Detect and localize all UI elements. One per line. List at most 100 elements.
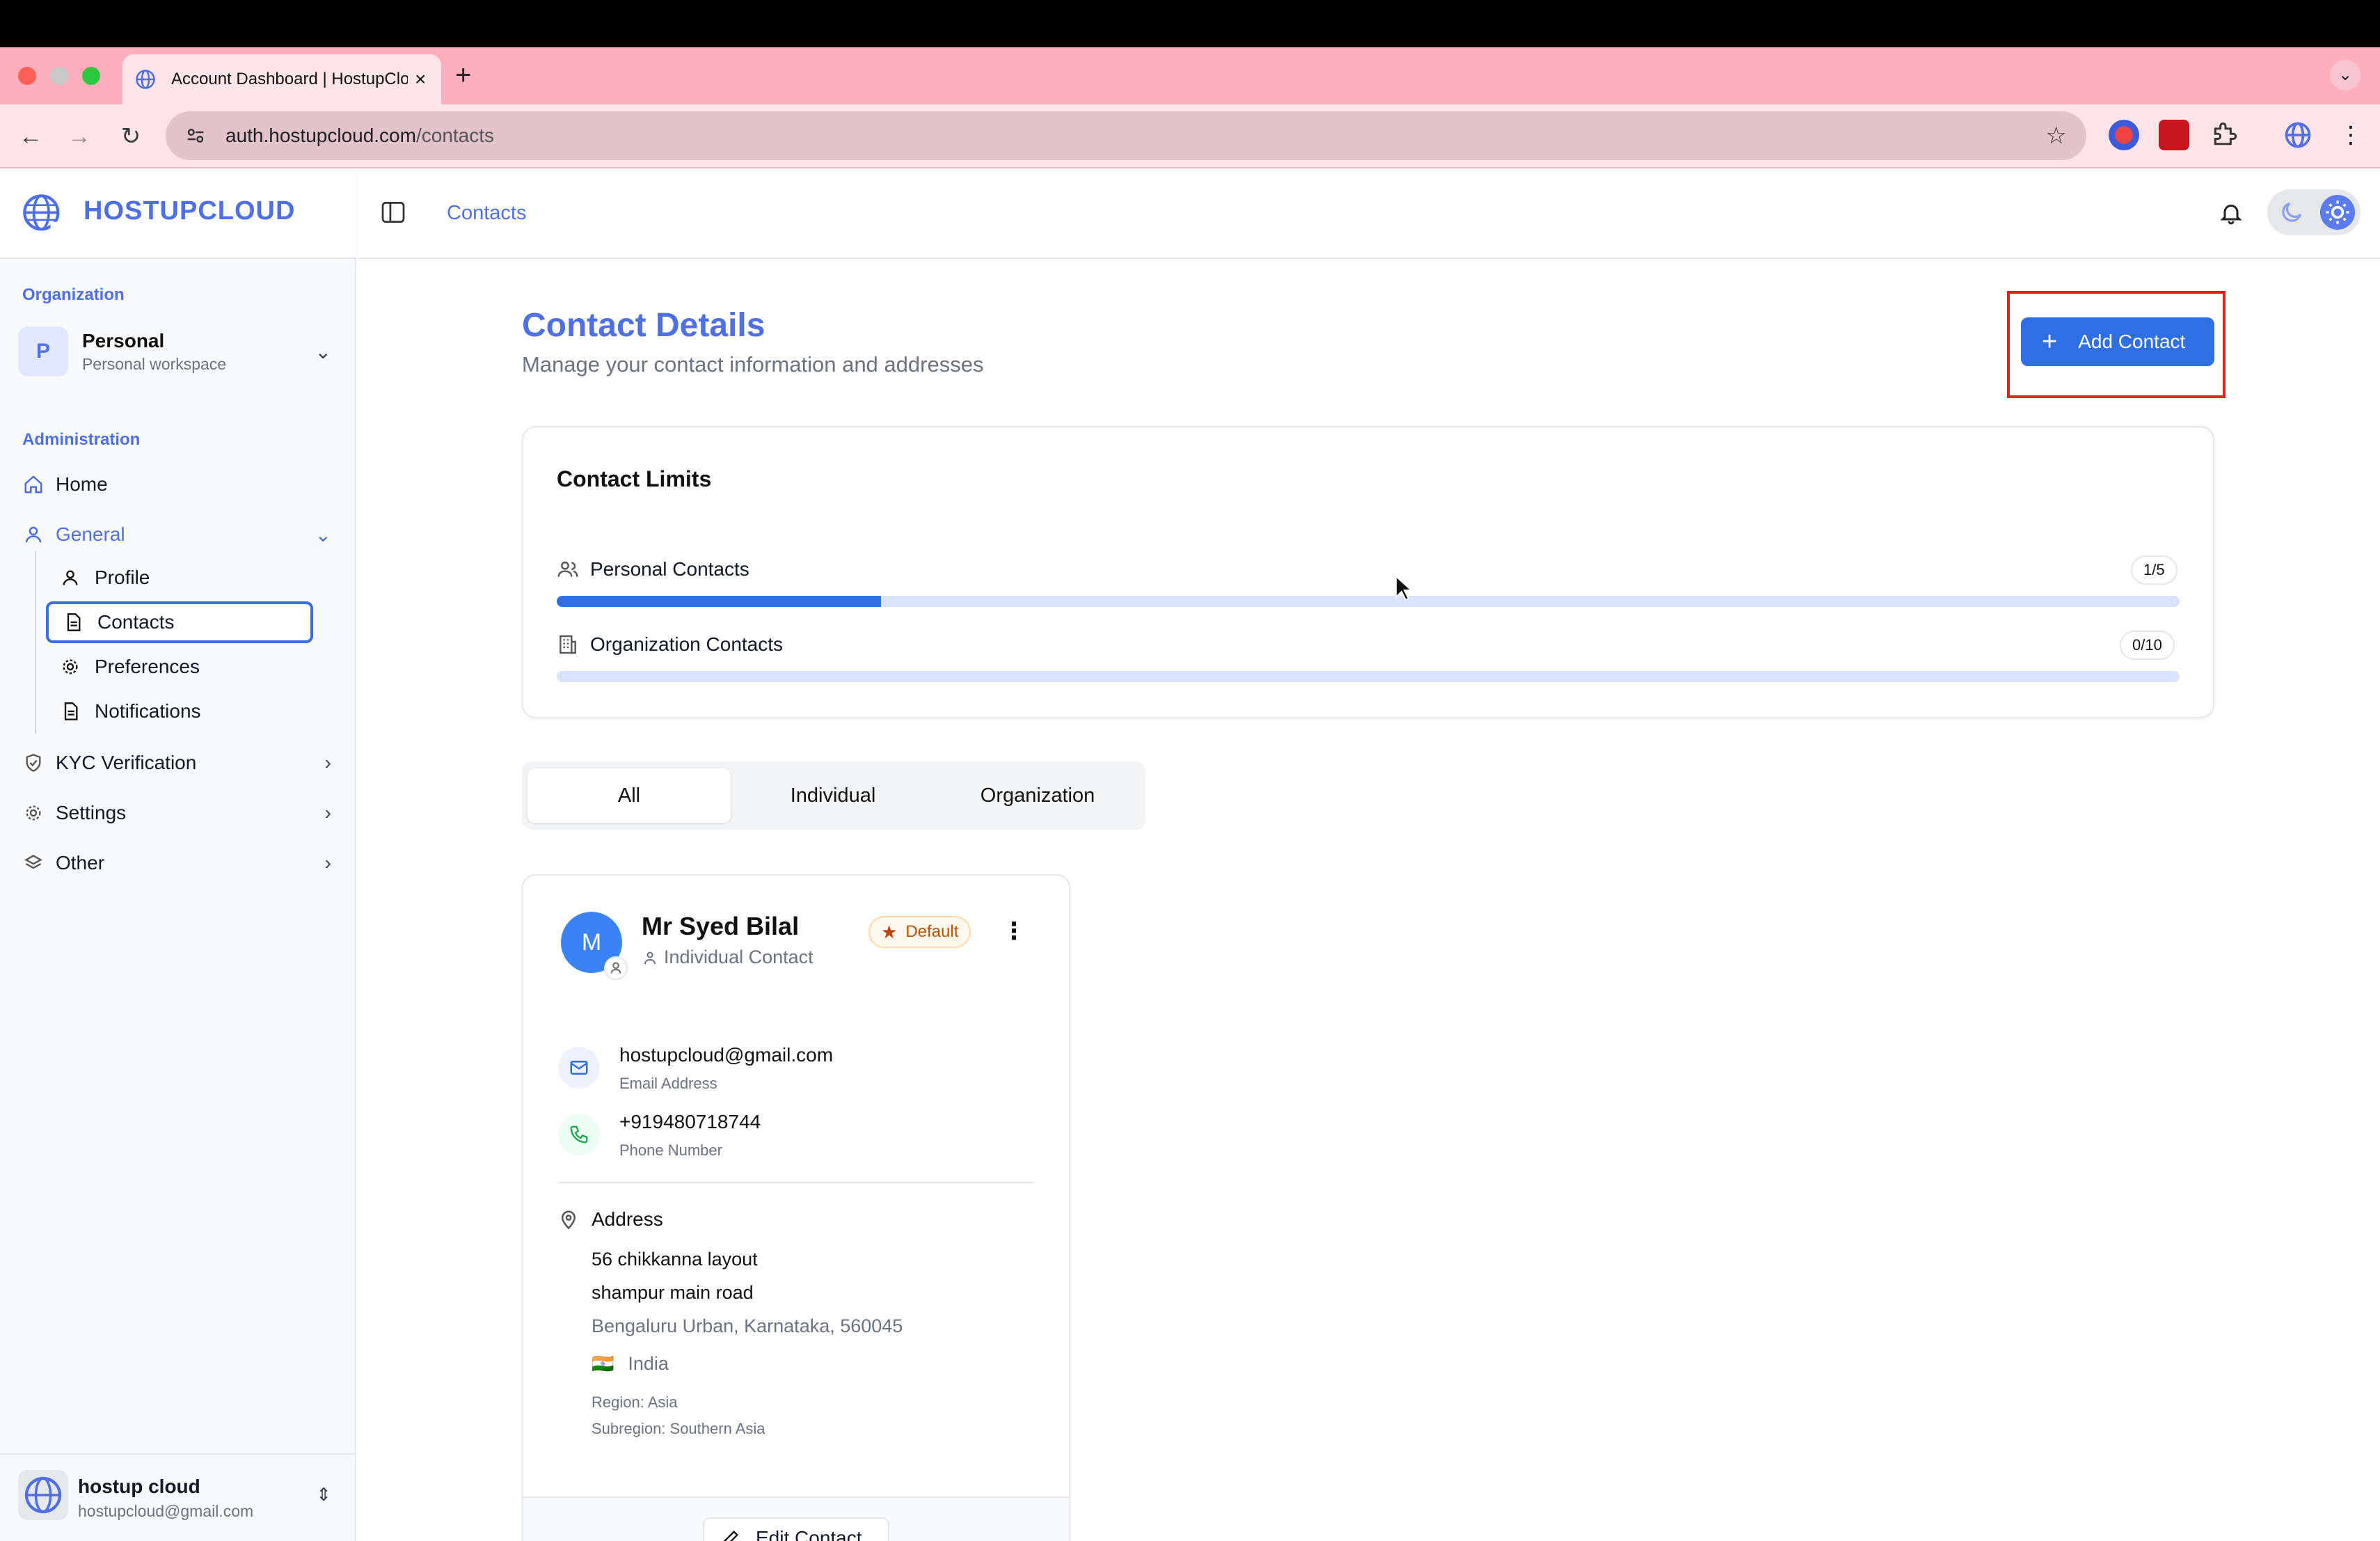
sidebar-toggle-icon[interactable]	[381, 202, 405, 223]
browser-tab[interactable]: Account Dashboard | HostupCloud ×	[122, 54, 441, 104]
window-minimize-button[interactable]	[50, 67, 68, 85]
sidebar-item-notifications[interactable]: Notifications	[46, 690, 313, 732]
submenu-guide-line	[35, 551, 36, 734]
map-pin-icon	[561, 1210, 576, 1230]
chevron-down-icon: ⌄	[315, 523, 331, 546]
page-subtitle: Manage your contact information and addr…	[522, 352, 984, 377]
tab-search-button[interactable]: ⌄	[2330, 60, 2361, 90]
user-email: hostupcloud@gmail.com	[78, 1502, 254, 1520]
sidebar-item-label: KYC Verification	[56, 752, 197, 773]
system-top-bar	[0, 0, 2380, 47]
page-title: Contact Details	[522, 307, 765, 344]
sidebar-item-profile[interactable]: Profile	[46, 557, 313, 599]
personal-contacts-progress	[557, 596, 2180, 607]
address-city: Bengaluru Urban, Karnataka, 560045	[592, 1315, 903, 1336]
bell-icon[interactable]	[2219, 200, 2244, 226]
building-icon	[560, 635, 576, 654]
phone-icon	[558, 1114, 600, 1155]
address-region: Region: Asia	[592, 1393, 678, 1411]
extensions-puzzle-icon[interactable]	[2210, 120, 2241, 150]
gear-icon	[26, 805, 41, 821]
forward-arrow-icon[interactable]: →	[63, 120, 96, 153]
sidebar-item-label: Notifications	[95, 700, 201, 722]
card-divider	[558, 1182, 1034, 1183]
tab-close-icon[interactable]: ×	[415, 68, 426, 90]
users-icon	[557, 561, 578, 577]
reload-icon[interactable]: ↻	[114, 120, 148, 153]
user-name: hostup cloud	[78, 1476, 200, 1497]
mail-icon	[558, 1047, 600, 1089]
mouse-cursor-icon	[1395, 575, 1413, 601]
administration-section-label: Administration	[22, 430, 141, 449]
brand-logo-icon	[23, 194, 62, 233]
browser-menu-icon[interactable]: ⋮	[2335, 120, 2366, 150]
tab-individual[interactable]: Individual	[731, 768, 935, 823]
profile-globe-icon[interactable]	[2283, 120, 2313, 150]
sidebar-item-label: Profile	[95, 567, 150, 588]
window-close-button[interactable]	[18, 67, 36, 85]
user-icon	[63, 570, 78, 585]
organization-subtitle: Personal workspace	[82, 354, 227, 373]
india-flag-icon: 🇮🇳	[592, 1353, 614, 1374]
contact-card	[522, 874, 1070, 1541]
add-contact-label: Add Contact	[2078, 331, 2186, 352]
sidebar-item-kyc-verification[interactable]: KYC Verification ›	[22, 743, 331, 782]
tab-all[interactable]: All	[527, 768, 731, 823]
theme-toggle[interactable]	[2267, 189, 2361, 235]
personal-contacts-count: 1/5	[2131, 555, 2177, 585]
address-label: Address	[592, 1208, 663, 1230]
sidebar-item-home[interactable]: Home	[22, 465, 331, 504]
personal-contacts-label: Personal Contacts	[557, 558, 749, 580]
edit-contact-button[interactable]: Edit Contact	[703, 1517, 889, 1541]
sun-icon[interactable]	[2320, 195, 2355, 230]
sidebar-item-preferences[interactable]: Preferences	[46, 646, 313, 688]
user-icon	[644, 951, 656, 964]
email-label: Email Address	[619, 1075, 717, 1092]
bookmark-star-icon[interactable]: ☆	[2046, 122, 2067, 150]
moon-icon[interactable]	[2278, 199, 2305, 226]
contact-phone: +919480718744	[619, 1111, 761, 1132]
contact-limits-title: Contact Limits	[557, 466, 712, 491]
organization-avatar: P	[18, 326, 68, 377]
new-tab-button[interactable]: +	[455, 60, 471, 90]
back-arrow-icon[interactable]: ←	[14, 120, 47, 153]
browser-tab-title: Account Dashboard | HostupCloud	[171, 70, 408, 88]
pdf-extension-icon[interactable]	[2159, 120, 2189, 150]
address-bar[interactable]: auth.hostupcloud.com/contacts ☆	[166, 111, 2086, 160]
sidebar-item-label: Contacts	[97, 611, 175, 633]
chevron-up-down-icon: ⇕	[316, 1484, 331, 1505]
globe-icon	[136, 70, 155, 89]
user-icon	[25, 526, 42, 543]
chevron-right-icon: ›	[324, 852, 331, 874]
address-line-1: 56 chikkanna layout	[592, 1249, 758, 1270]
add-contact-button[interactable]: + Add Contact	[2021, 317, 2214, 366]
tab-organization[interactable]: Organization	[935, 768, 1140, 823]
sidebar-item-settings[interactable]: Settings ›	[22, 793, 331, 832]
extension-icon[interactable]	[2109, 120, 2139, 150]
document-icon	[67, 613, 81, 631]
address-country: 🇮🇳 India	[592, 1353, 669, 1374]
organization-name: Personal	[82, 329, 165, 351]
organization-contacts-progress	[557, 671, 2180, 682]
site-settings-icon[interactable]	[185, 125, 206, 146]
sidebar-item-label: Other	[56, 852, 105, 874]
shield-check-icon	[26, 754, 41, 772]
breadcrumb[interactable]: Contacts	[447, 202, 526, 225]
layers-icon	[24, 855, 42, 869]
more-options-icon[interactable]: ⋮	[1002, 917, 1026, 945]
default-badge: ★ Default	[868, 916, 971, 948]
organization-switcher[interactable]: P Personal Personal workspace ⌄	[18, 320, 331, 383]
address-subregion: Subregion: Southern Asia	[592, 1420, 765, 1437]
sidebar-item-label: General	[56, 523, 125, 545]
sidebar-item-general[interactable]: General ⌄	[22, 515, 331, 554]
document-icon	[64, 702, 78, 720]
chevron-right-icon: ›	[324, 802, 331, 823]
user-menu[interactable]: hostup cloud hostupcloud@gmail.com ⇕	[0, 1453, 356, 1541]
organization-contacts-count: 0/10	[2120, 631, 2175, 660]
sidebar-item-other[interactable]: Other ›	[22, 844, 331, 883]
sidebar-item-contacts[interactable]: Contacts	[46, 601, 313, 643]
gear-icon	[63, 659, 78, 674]
address-line-2: shampur main road	[592, 1282, 754, 1303]
brand-name: HOSTUPCLOUD	[84, 196, 296, 226]
window-zoom-button[interactable]	[82, 67, 100, 85]
